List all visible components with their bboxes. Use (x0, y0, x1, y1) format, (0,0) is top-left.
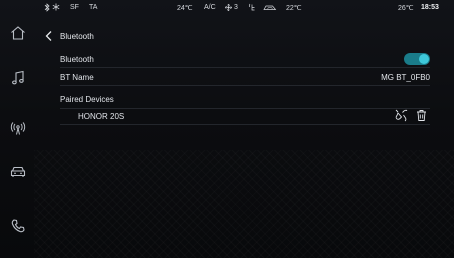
outside-temperature: 26℃ (398, 5, 414, 12)
paired-devices-label: Paired Devices (60, 95, 114, 104)
music-icon[interactable] (9, 69, 27, 87)
disconnect-icon[interactable] (395, 109, 408, 122)
phone-icon[interactable] (9, 217, 27, 235)
ta-indicator: TA (89, 4, 98, 11)
home-icon[interactable] (9, 24, 27, 42)
sf-indicator: SF (70, 4, 79, 11)
paired-device-row[interactable]: HONOR 20S (60, 107, 430, 125)
device-name: HONOR 20S (78, 112, 125, 121)
bluetooth-settings-panel: Bluetooth Bluetooth BT Name MG BT_0FB0 P… (36, 16, 454, 258)
recirculation-icon (263, 4, 277, 11)
star-icon (52, 3, 60, 11)
toggle-knob (419, 54, 429, 64)
clock: 18:53 (421, 4, 439, 11)
bt-name-value: MG BT_0FB0 (381, 73, 430, 82)
driver-temperature[interactable]: 24℃ (177, 4, 193, 12)
passenger-temperature[interactable]: 22℃ (286, 4, 302, 12)
bt-name-label: BT Name (60, 73, 94, 82)
radio-icon[interactable] (9, 119, 27, 137)
status-bar: SF TA 24℃ A/C 3 22℃ 26℃ 18:53 (0, 0, 454, 16)
bluetooth-label: Bluetooth (60, 55, 94, 64)
screen: SF TA 24℃ A/C 3 22℃ 26℃ 18:53 Bluetooth … (0, 0, 454, 258)
ac-indicator[interactable]: A/C (204, 4, 216, 11)
car-icon[interactable] (9, 163, 27, 181)
bt-name-row[interactable]: BT Name MG BT_0FB0 (60, 68, 430, 86)
bluetooth-toggle[interactable] (404, 53, 430, 65)
page-title: Bluetooth (60, 31, 94, 41)
sidebar (0, 16, 36, 258)
back-button[interactable]: Bluetooth (44, 28, 94, 44)
fan-icon (224, 3, 233, 12)
delete-icon[interactable] (415, 109, 428, 122)
fan-level: 3 (234, 4, 238, 11)
bluetooth-toggle-row: Bluetooth (60, 50, 430, 68)
bluetooth-icon (44, 3, 50, 12)
chevron-left-icon (45, 31, 52, 41)
airflow-icon (248, 3, 256, 12)
